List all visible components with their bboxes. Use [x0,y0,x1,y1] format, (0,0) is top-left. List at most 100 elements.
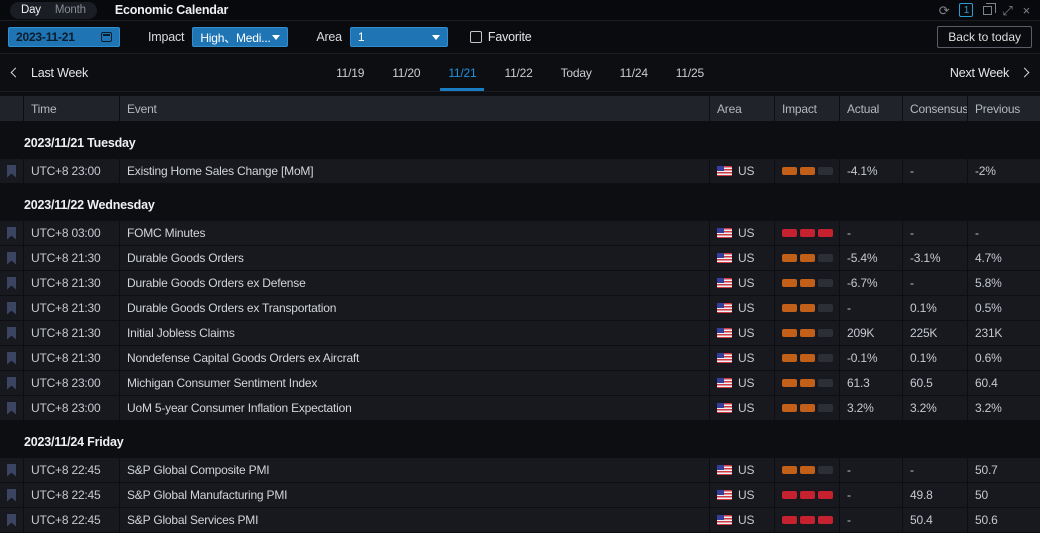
tab-day[interactable]: Day [14,4,48,16]
previous-value: 4.7% [968,246,1040,270]
title-bar: Day Month Economic Calendar ⟳ 1 ⤢ × [0,0,1040,21]
bookmark-icon[interactable] [7,489,16,502]
table-row[interactable]: UTC+8 21:30Nondefense Capital Goods Orde… [0,346,1040,370]
event-area: US [710,371,775,395]
favorite-label: Favorite [488,30,532,44]
impact-bar [818,354,833,362]
bookmark-icon[interactable] [7,327,16,340]
bookmark-icon[interactable] [7,377,16,390]
refresh-icon[interactable]: ⟳ [939,4,950,17]
bookmark-icon[interactable] [7,464,16,477]
event-time: UTC+8 23:00 [24,159,120,183]
previous-value: 50 [968,483,1040,507]
back-to-today-button[interactable]: Back to today [937,26,1032,48]
actual-value: -4.1% [840,159,903,183]
event-name: Durable Goods Orders ex Defense [120,271,710,295]
event-area: US [710,458,775,482]
area-label: US [738,301,754,315]
section-date-header: 2023/11/22 Wednesday [0,189,1040,221]
bookmark-icon[interactable] [7,352,16,365]
bookmark-cell[interactable] [0,371,24,395]
window-controls: ⟳ 1 ⤢ × [939,3,1030,17]
last-week-button[interactable]: Last Week [12,66,88,80]
area-dropdown[interactable]: 1 [350,27,448,47]
table-row[interactable]: UTC+8 21:30Durable Goods Orders ex Trans… [0,296,1040,320]
us-flag-icon [717,303,732,313]
bookmark-cell[interactable] [0,159,24,183]
us-flag-icon [717,228,732,238]
bookmark-cell[interactable] [0,396,24,420]
event-name: Existing Home Sales Change [MoM] [120,159,710,183]
impact-bar [782,404,797,412]
actual-value: - [840,483,903,507]
impact-bar [782,329,797,337]
bookmark-icon[interactable] [7,165,16,178]
impact-cell [775,396,840,420]
impact-bar [800,304,815,312]
date-picker[interactable]: 2023-11-21 [8,27,120,47]
bookmark-cell[interactable] [0,246,24,270]
impact-bar [818,329,833,337]
consensus-value: 49.8 [903,483,968,507]
bookmark-cell[interactable] [0,221,24,245]
event-name: S&P Global Composite PMI [120,458,710,482]
actual-value: - [840,221,903,245]
impact-filter-label: Impact [148,30,184,44]
bookmark-cell[interactable] [0,321,24,345]
expand-icon[interactable]: ⤢ [1002,4,1012,17]
table-row[interactable]: UTC+8 21:30Initial Jobless ClaimsUS209K2… [0,321,1040,345]
bookmark-icon[interactable] [7,227,16,240]
table-row[interactable]: UTC+8 21:30Durable Goods Orders ex Defen… [0,271,1040,295]
bookmark-icon[interactable] [7,277,16,290]
event-name: Nondefense Capital Goods Orders ex Aircr… [120,346,710,370]
bookmark-cell[interactable] [0,483,24,507]
bookmark-cell[interactable] [0,271,24,295]
day-tab-11-25[interactable]: 11/25 [676,54,704,91]
table-row[interactable]: UTC+8 23:00Michigan Consumer Sentiment I… [0,371,1040,395]
bookmark-cell[interactable] [0,296,24,320]
us-flag-icon [717,490,732,500]
area-label: US [738,276,754,290]
restore-window-icon[interactable] [983,6,992,15]
table-row[interactable]: UTC+8 23:00Existing Home Sales Change [M… [0,159,1040,183]
table-row[interactable]: UTC+8 22:45S&P Global Manufacturing PMIU… [0,483,1040,507]
bookmark-cell[interactable] [0,346,24,370]
bookmark-cell[interactable] [0,458,24,482]
impact-bar [800,279,815,287]
impact-bar [818,279,833,287]
actual-value: -6.7% [840,271,903,295]
previous-value: 50.6 [968,508,1040,532]
tab-month[interactable]: Month [48,4,93,16]
impact-bar [800,254,815,262]
day-tab-11-20[interactable]: 11/20 [392,54,420,91]
table-row[interactable]: UTC+8 22:45S&P Global Composite PMIUS--5… [0,458,1040,482]
area-label: US [738,251,754,265]
event-area: US [710,483,775,507]
bookmark-icon[interactable] [7,514,16,527]
us-flag-icon [717,328,732,338]
actual-value: 209K [840,321,903,345]
day-tab-11-24[interactable]: 11/24 [620,54,648,91]
layout-badge-icon[interactable]: 1 [959,3,973,17]
previous-value: - [968,221,1040,245]
bookmark-icon[interactable] [7,302,16,315]
day-tab-today[interactable]: Today [561,54,592,91]
table-row[interactable]: UTC+8 03:00FOMC MinutesUS--- [0,221,1040,245]
impact-cell [775,221,840,245]
table-row[interactable]: UTC+8 23:00UoM 5-year Consumer Inflation… [0,396,1040,420]
next-week-button[interactable]: Next Week [950,66,1028,80]
impact-cell [775,321,840,345]
table-row[interactable]: UTC+8 22:45S&P Global Services PMIUS-50.… [0,508,1040,532]
previous-value: 50.7 [968,458,1040,482]
day-tab-11-19[interactable]: 11/19 [336,54,364,91]
us-flag-icon [717,378,732,388]
day-tab-11-21[interactable]: 11/21 [448,54,476,91]
favorite-checkbox[interactable] [470,31,482,43]
close-icon[interactable]: × [1023,4,1030,17]
table-row[interactable]: UTC+8 21:30Durable Goods OrdersUS-5.4%-3… [0,246,1040,270]
bookmark-icon[interactable] [7,252,16,265]
impact-dropdown[interactable]: High、Medi... [192,27,288,47]
day-tab-11-22[interactable]: 11/22 [504,54,532,91]
bookmark-icon[interactable] [7,402,16,415]
bookmark-cell[interactable] [0,508,24,532]
